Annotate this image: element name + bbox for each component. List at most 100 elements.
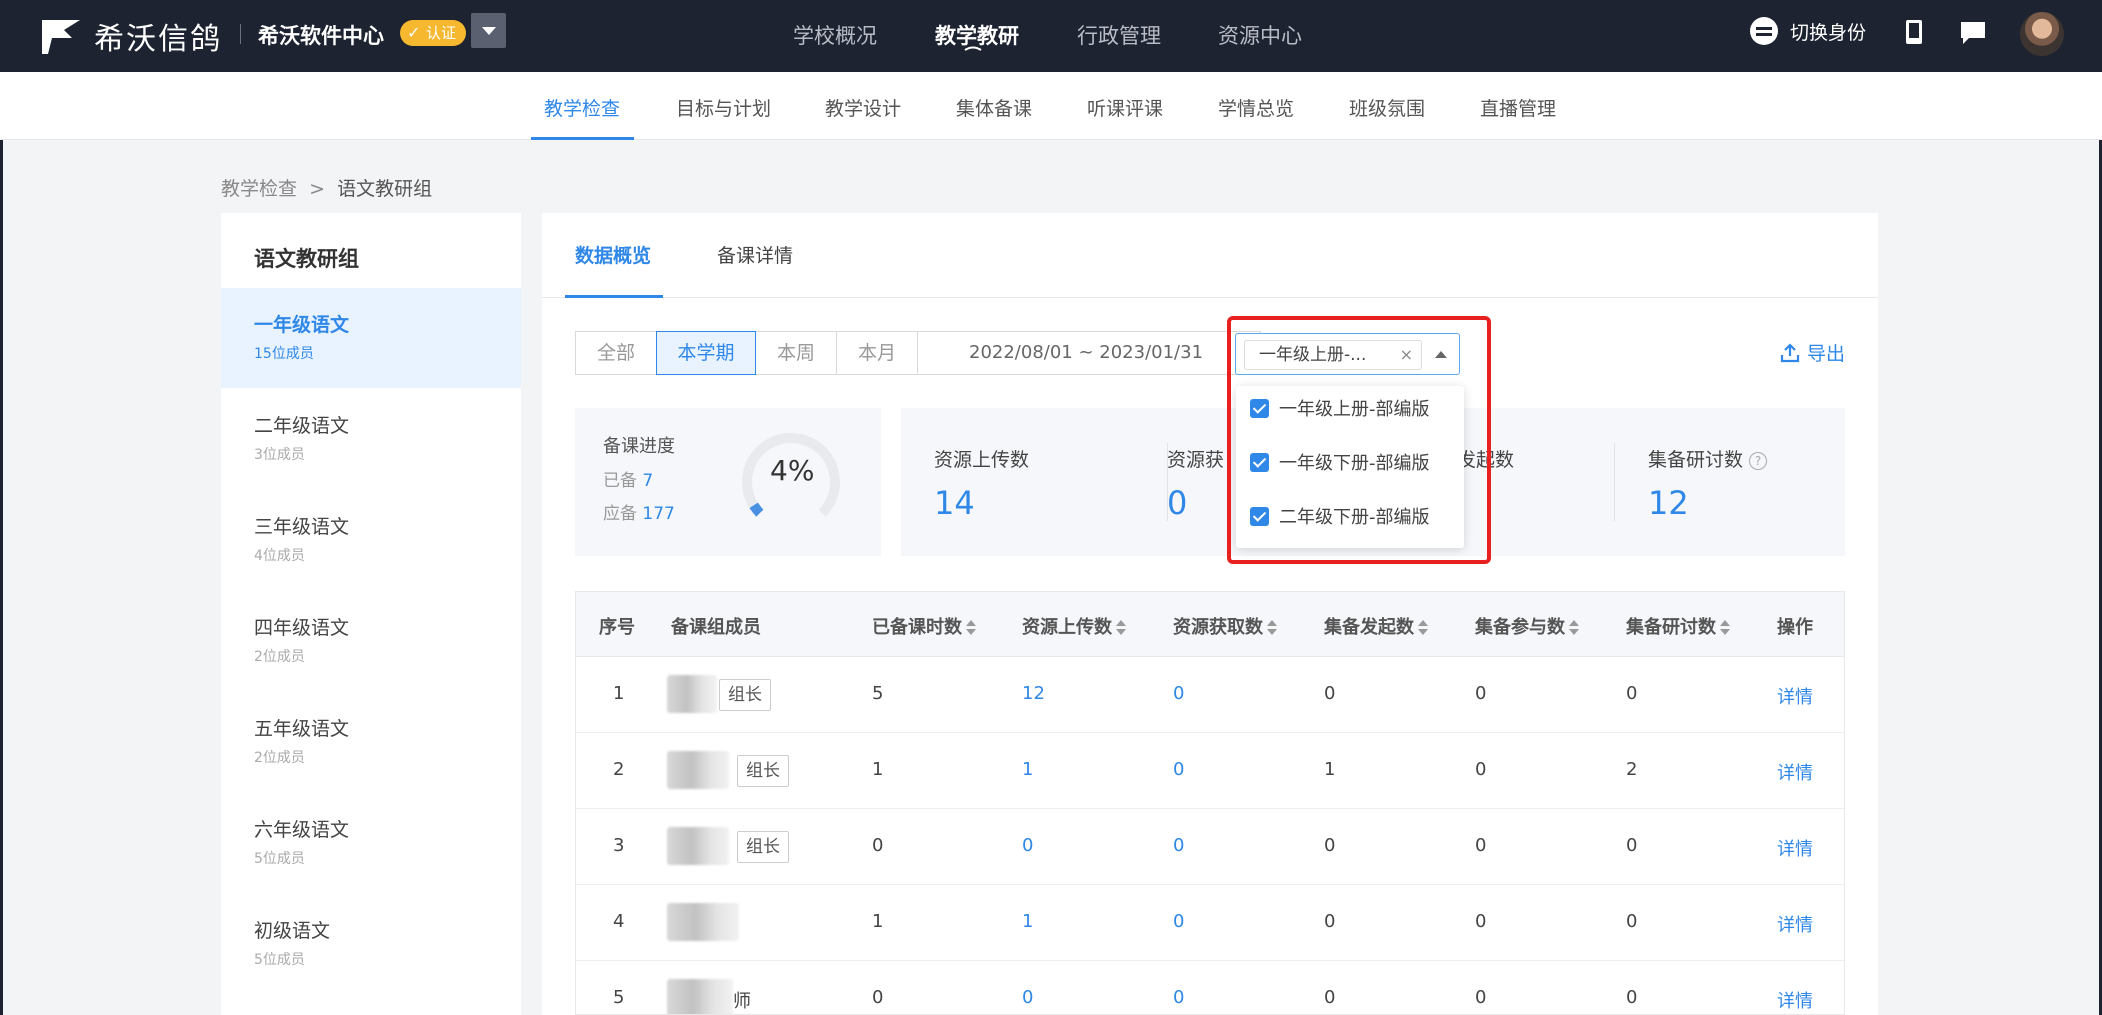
breadcrumb-root[interactable]: 教学检查 bbox=[221, 178, 297, 200]
checkbox-checked-icon[interactable] bbox=[1250, 506, 1269, 526]
subnav-learning-overview[interactable]: 学情总览 bbox=[1218, 94, 1294, 121]
check-icon: ✓ bbox=[407, 23, 421, 42]
stat-initiated-label: 发起数 bbox=[1457, 449, 1515, 471]
subnav-teaching-inspection[interactable]: 教学检查 bbox=[544, 94, 620, 121]
cell-discussions: 2 bbox=[1626, 759, 1638, 780]
date-range-picker[interactable]: 2022/08/01 ~ 2023/01/31 bbox=[917, 331, 1261, 375]
col-lessons[interactable]: 已备课时数 bbox=[872, 613, 976, 639]
cell-gets[interactable]: 0 bbox=[1173, 683, 1184, 704]
table-row: 2 组长 1 1 0 1 0 2 详情 bbox=[576, 733, 1844, 809]
cell-gets[interactable]: 0 bbox=[1173, 987, 1184, 1008]
progress-done-label: 已备 bbox=[603, 471, 637, 491]
subnav-live-management[interactable]: 直播管理 bbox=[1480, 94, 1556, 121]
sidebar-item-grade1[interactable]: 一年级语文 15位成员 bbox=[221, 288, 521, 388]
table-row: 5 师 0 0 0 0 0 0 详情 bbox=[576, 961, 1844, 1014]
cell-gets[interactable]: 0 bbox=[1173, 835, 1184, 856]
stat-gets-value: 0 bbox=[1167, 484, 1188, 522]
period-this-semester[interactable]: 本学期 bbox=[656, 331, 756, 375]
col-gets[interactable]: 资源获取数 bbox=[1173, 613, 1277, 639]
period-this-month[interactable]: 本月 bbox=[836, 331, 918, 375]
progress-percent: 4% bbox=[770, 454, 815, 487]
checkbox-checked-icon[interactable] bbox=[1250, 452, 1269, 472]
detail-link[interactable]: 详情 bbox=[1777, 911, 1813, 937]
col-discussions[interactable]: 集备研讨数 bbox=[1626, 613, 1730, 639]
subnav-teaching-design[interactable]: 教学设计 bbox=[825, 94, 901, 121]
export-label: 导出 bbox=[1807, 343, 1846, 365]
cell-discussions: 0 bbox=[1626, 911, 1638, 932]
detail-link[interactable]: 详情 bbox=[1777, 835, 1813, 861]
period-this-week[interactable]: 本周 bbox=[755, 331, 837, 375]
subnav-goals-plans[interactable]: 目标与计划 bbox=[676, 94, 771, 121]
tab-prep-details[interactable]: 备课详情 bbox=[717, 241, 793, 268]
org-switch-dropdown-button[interactable] bbox=[471, 13, 506, 48]
col-initiated[interactable]: 集备发起数 bbox=[1324, 613, 1428, 639]
option-grade1-vol1[interactable]: 一年级上册-部编版 bbox=[1250, 395, 1430, 421]
export-button[interactable]: 导出 bbox=[1779, 339, 1845, 366]
sidebar-item-grade2[interactable]: 二年级语文 3位成员 bbox=[221, 389, 521, 489]
period-all[interactable]: 全部 bbox=[575, 331, 657, 375]
nav-administration[interactable]: 行政管理 bbox=[1077, 20, 1161, 50]
option-grade2-vol2[interactable]: 二年级下册-部编版 bbox=[1250, 503, 1430, 529]
chip-clear-icon[interactable]: × bbox=[1400, 341, 1413, 369]
cell-uploads[interactable]: 12 bbox=[1022, 683, 1045, 704]
textbook-select[interactable]: 一年级上册-... × bbox=[1235, 333, 1460, 375]
stat-discussions-label: 集备研讨数? bbox=[1648, 445, 1768, 472]
progress-done-value: 7 bbox=[642, 471, 654, 491]
sort-icon[interactable] bbox=[1267, 620, 1277, 636]
sort-icon[interactable] bbox=[966, 620, 976, 636]
brand-logo[interactable]: 希沃信鸽 bbox=[38, 14, 222, 58]
subnav-lesson-observation[interactable]: 听课评课 bbox=[1087, 94, 1163, 121]
col-joined-label: 集备参与数 bbox=[1475, 617, 1565, 638]
sidebar-item-grade5[interactable]: 五年级语文 2位成员 bbox=[221, 692, 521, 792]
textbook-dropdown-menu: 一年级上册-部编版 一年级下册-部编版 二年级下册-部编版 bbox=[1236, 386, 1464, 548]
tablet-icon[interactable] bbox=[1900, 18, 1928, 46]
detail-link[interactable]: 详情 bbox=[1777, 683, 1813, 709]
sidebar-item-grade3[interactable]: 三年级语文 4位成员 bbox=[221, 490, 521, 590]
sidebar-item-count: 3位成员 bbox=[254, 447, 305, 463]
message-icon[interactable] bbox=[1959, 18, 1987, 46]
sort-icon[interactable] bbox=[1720, 620, 1730, 636]
cell-uploads[interactable]: 1 bbox=[1022, 911, 1033, 932]
member-name-blurred bbox=[667, 903, 739, 941]
col-member: 备课组成员 bbox=[671, 617, 761, 638]
user-avatar[interactable] bbox=[2020, 12, 2064, 56]
detail-link[interactable]: 详情 bbox=[1777, 759, 1813, 785]
col-uploads[interactable]: 资源上传数 bbox=[1022, 613, 1126, 639]
sidebar-item-grade4[interactable]: 四年级语文 2位成员 bbox=[221, 591, 521, 691]
tab-data-overview[interactable]: 数据概览 bbox=[575, 241, 651, 268]
cell-gets[interactable]: 0 bbox=[1173, 911, 1184, 932]
sidebar-item-junior[interactable]: 初级语文 5位成员 bbox=[221, 894, 521, 994]
members-table: 序号 备课组成员 已备课时数 资源上传数 资源获取数 集备发起数 集备参与数 集… bbox=[575, 591, 1845, 1015]
cell-index: 4 bbox=[613, 911, 625, 932]
progress-required: 应备 177 bbox=[603, 499, 675, 524]
cell-uploads[interactable]: 0 bbox=[1022, 987, 1033, 1008]
checkbox-checked-icon[interactable] bbox=[1250, 398, 1269, 418]
cell-uploads[interactable]: 0 bbox=[1022, 835, 1033, 856]
cell-initiated: 0 bbox=[1324, 835, 1336, 856]
sort-icon[interactable] bbox=[1418, 620, 1428, 636]
sidebar-item-count: 15位成员 bbox=[254, 346, 314, 362]
sub-nav: 教学检查 目标与计划 教学设计 集体备课 听课评课 学情总览 班级氛围 直播管理 bbox=[0, 72, 2102, 140]
detail-link[interactable]: 详情 bbox=[1777, 987, 1813, 1013]
col-joined[interactable]: 集备参与数 bbox=[1475, 613, 1579, 639]
nav-school-overview[interactable]: 学校概况 bbox=[793, 20, 877, 50]
nav-resource-center[interactable]: 资源中心 bbox=[1218, 20, 1302, 50]
help-icon[interactable]: ? bbox=[1749, 451, 1768, 470]
cell-lessons: 0 bbox=[872, 987, 884, 1008]
cell-uploads[interactable]: 1 bbox=[1022, 759, 1033, 780]
cell-joined: 0 bbox=[1475, 759, 1487, 780]
sort-icon[interactable] bbox=[1569, 620, 1579, 636]
sidebar-item-grade6[interactable]: 六年级语文 5位成员 bbox=[221, 793, 521, 893]
subnav-class-atmosphere[interactable]: 班级氛围 bbox=[1349, 94, 1425, 121]
switch-identity-button[interactable]: 切换身份 bbox=[1750, 17, 1866, 45]
progress-label: 备课进度 bbox=[603, 436, 675, 457]
caret-up-icon bbox=[1435, 351, 1447, 358]
sidebar-item-name: 四年级语文 bbox=[254, 617, 350, 639]
member-name-blurred bbox=[667, 751, 729, 789]
option-grade1-vol2[interactable]: 一年级下册-部编版 bbox=[1250, 449, 1430, 475]
cell-discussions: 0 bbox=[1626, 987, 1638, 1008]
sort-icon[interactable] bbox=[1116, 620, 1126, 636]
subnav-collective-prep[interactable]: 集体备课 bbox=[956, 94, 1032, 121]
sidebar-item-name: 一年级语文 bbox=[254, 314, 350, 336]
cell-gets[interactable]: 0 bbox=[1173, 759, 1184, 780]
